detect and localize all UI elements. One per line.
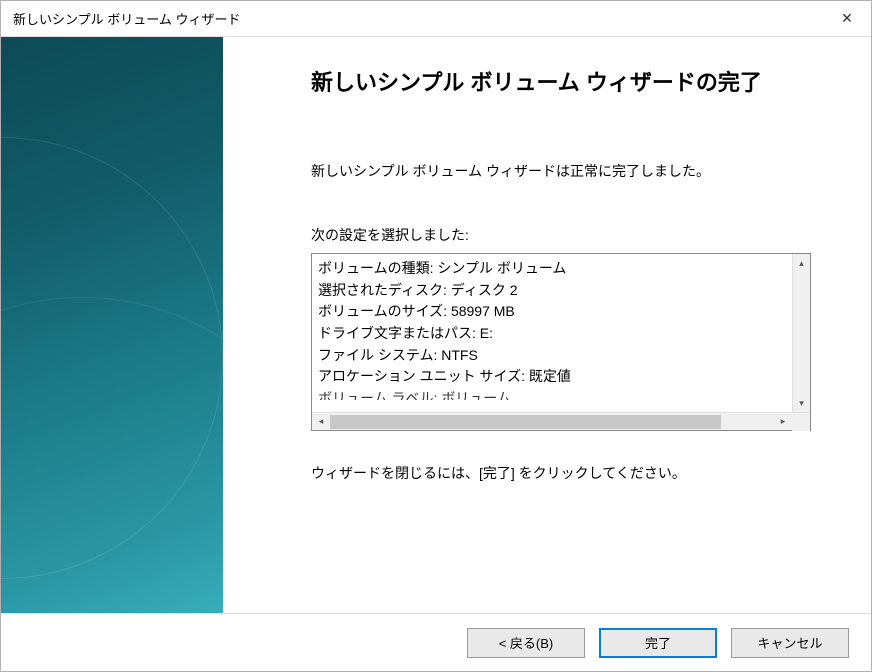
close-button[interactable]: ✕ [823,1,871,37]
settings-line: ボリューム ラベル: ボリューム [318,388,786,400]
settings-line: ボリュームの種類: シンプル ボリューム [318,258,786,280]
titlebar: 新しいシンプル ボリューム ウィザード ✕ [1,1,871,37]
settings-line: 選択されたディスク: ディスク 2 [318,280,786,302]
window-title: 新しいシンプル ボリューム ウィザード [13,9,240,28]
completion-description: 新しいシンプル ボリューム ウィザードは正常に完了しました。 [311,161,823,181]
scroll-down-icon[interactable]: ▾ [793,394,811,412]
settings-line: アロケーション ユニット サイズ: 既定値 [318,366,786,388]
settings-line: ボリュームのサイズ: 58997 MB [318,301,786,323]
scroll-left-icon[interactable]: ◂ [312,413,330,431]
scroll-up-icon[interactable]: ▴ [793,254,811,272]
settings-line: ドライブ文字またはパス: E: [318,323,786,345]
closing-note: ウィザードを閉じるには、[完了] をクリックしてください。 [311,463,823,483]
scroll-right-icon[interactable]: ▸ [774,413,792,431]
wizard-footer: < 戻る(B) 完了 キャンセル [1,613,871,671]
vertical-scrollbar[interactable]: ▴ ▾ [792,254,810,412]
content-area: 新しいシンプル ボリューム ウィザードの完了 新しいシンプル ボリューム ウィザ… [1,37,871,613]
scroll-corner [792,413,810,431]
vscroll-track[interactable] [793,272,810,394]
settings-summary-box: ボリュームの種類: シンプル ボリューム 選択されたディスク: ディスク 2 ボ… [311,253,811,431]
settings-content: ボリュームの種類: シンプル ボリューム 選択されたディスク: ディスク 2 ボ… [312,254,792,412]
cancel-button[interactable]: キャンセル [731,628,849,658]
wizard-window: 新しいシンプル ボリューム ウィザード ✕ 新しいシンプル ボリューム ウィザー… [0,0,872,672]
hscroll-thumb[interactable] [330,415,721,429]
wizard-sidebar-graphic [1,37,223,613]
finish-button[interactable]: 完了 [599,628,717,658]
close-icon: ✕ [841,10,853,27]
settings-line: ファイル システム: NTFS [318,345,786,367]
back-button[interactable]: < 戻る(B) [467,628,585,658]
page-heading: 新しいシンプル ボリューム ウィザードの完了 [311,65,823,97]
settings-label: 次の設定を選択しました: [311,225,823,245]
horizontal-scrollbar[interactable]: ◂ ▸ [312,412,810,430]
main-panel: 新しいシンプル ボリューム ウィザードの完了 新しいシンプル ボリューム ウィザ… [223,37,871,613]
settings-scroll-area: ボリュームの種類: シンプル ボリューム 選択されたディスク: ディスク 2 ボ… [312,254,810,412]
hscroll-track[interactable] [330,413,774,430]
window-body: 新しいシンプル ボリューム ウィザードの完了 新しいシンプル ボリューム ウィザ… [1,37,871,671]
